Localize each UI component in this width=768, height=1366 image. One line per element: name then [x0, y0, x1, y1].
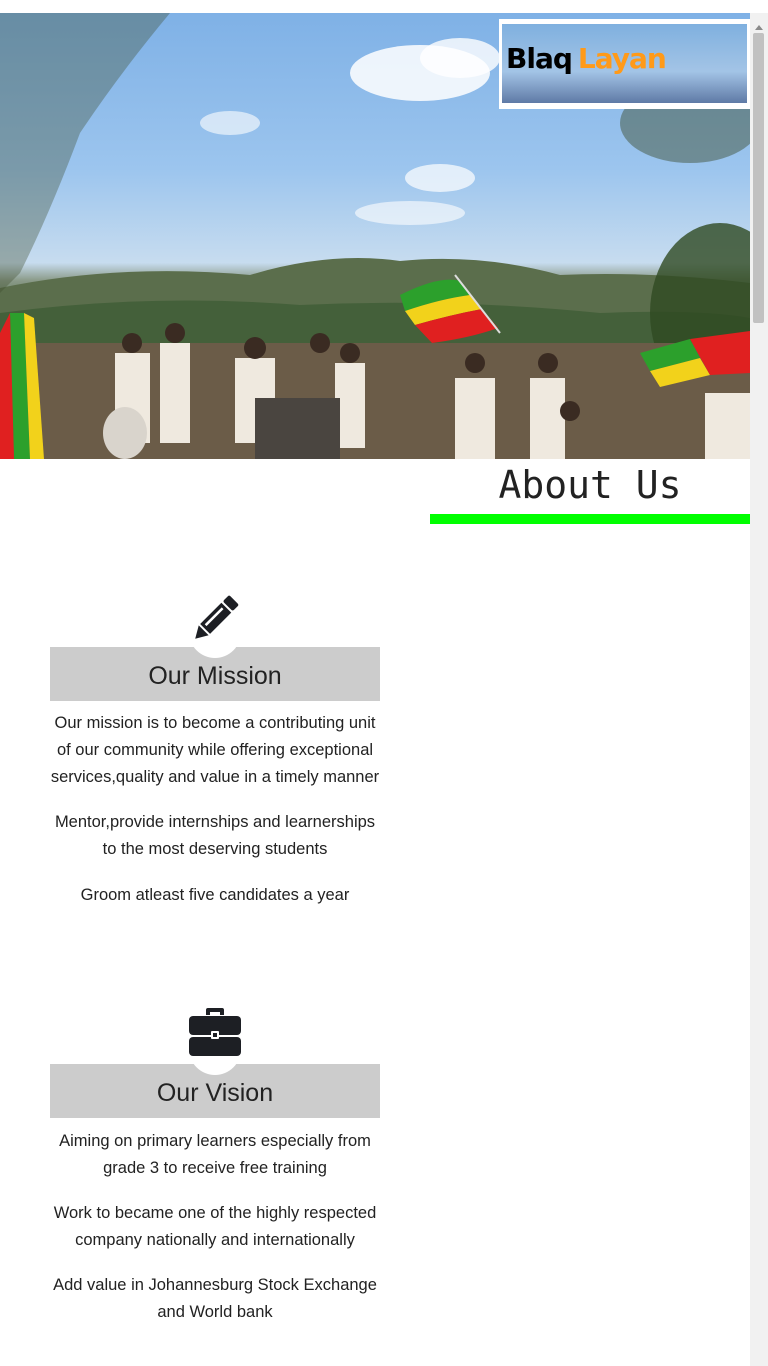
mission-point-3: Groom atleast five candidates a year — [80, 886, 350, 904]
logo-text-layan: Layan — [577, 42, 667, 75]
logo-text: Blaq Layan — [506, 42, 667, 75]
about-us-heading: About Us — [498, 463, 682, 507]
logo-background: Blaq Layan — [502, 24, 747, 103]
vision-point-2: Work to became one of the highly respect… — [53, 1204, 377, 1249]
about-us-underline — [430, 514, 750, 524]
vertical-scrollbar[interactable] — [750, 13, 768, 1366]
logo-text-blaq: Blaq — [506, 42, 573, 75]
pencil-icon — [195, 595, 239, 639]
site-logo[interactable]: Blaq Layan — [499, 19, 750, 109]
mission-point-2: Mentor,provide internships and learnersh… — [54, 813, 376, 858]
scroll-up-arrow-icon[interactable] — [755, 25, 763, 30]
scrollbar-thumb[interactable] — [753, 33, 764, 323]
briefcase-icon — [189, 1008, 241, 1056]
top-strip — [0, 0, 768, 13]
vision-point-3: Add value in Johannesburg Stock Exchange… — [53, 1276, 377, 1321]
vision-point-1: Aiming on primary learners especially fr… — [59, 1132, 371, 1177]
mission-point-1: Our mission is to become a contributing … — [50, 714, 380, 786]
